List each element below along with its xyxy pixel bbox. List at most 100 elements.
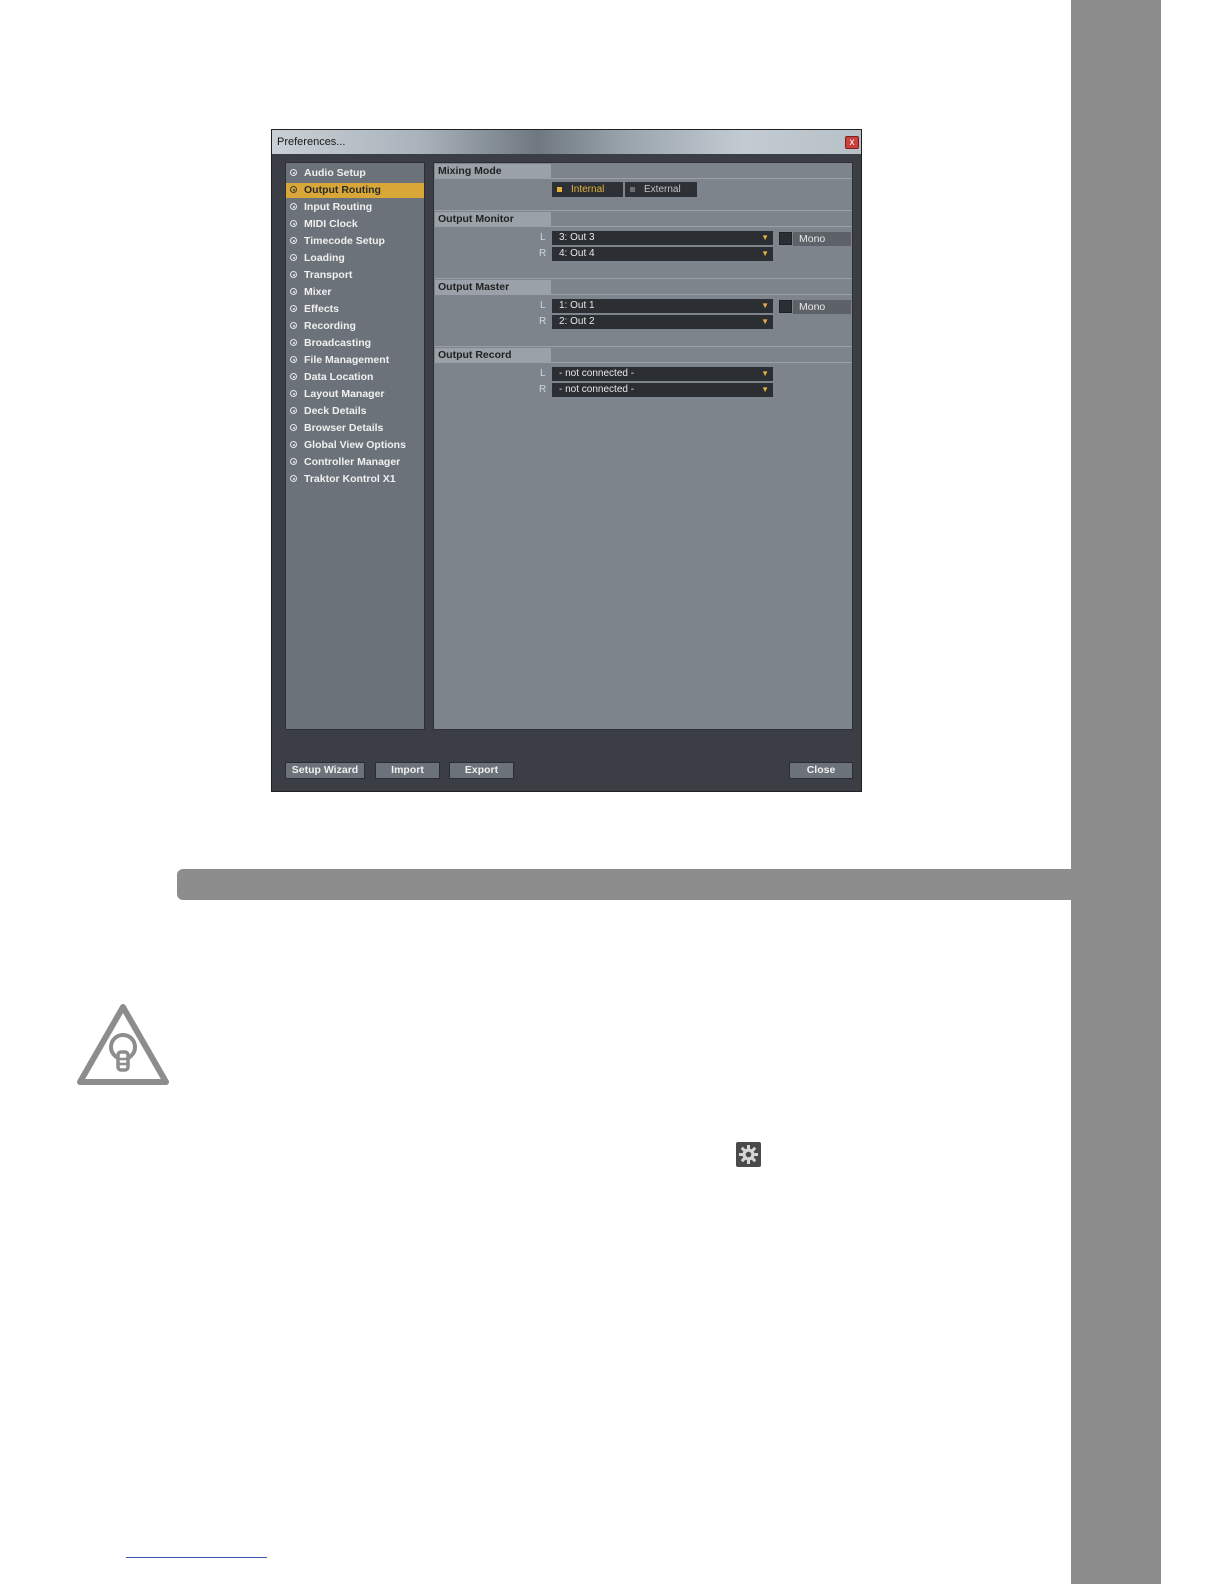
gear-icon (736, 1142, 761, 1167)
sidebar-item-label: Output Routing (304, 184, 381, 196)
section-divider (435, 278, 852, 279)
sidebar-item-output-routing[interactable]: Output Routing (286, 183, 424, 198)
record-right-value: - not connected - (559, 384, 635, 395)
sidebar-item-label: File Management (304, 354, 390, 366)
sidebar-item-effects[interactable]: Effects (286, 302, 424, 317)
dropdown-arrow-icon: ▼ (761, 385, 769, 394)
sidebar-item-loading[interactable]: Loading (286, 251, 424, 266)
close-button[interactable]: Close (789, 762, 853, 779)
radio-icon (290, 254, 297, 261)
setup-wizard-button[interactable]: Setup Wizard (285, 762, 365, 779)
monitor-left-channel-label: L (540, 232, 546, 243)
record-left-output-select[interactable]: - not connected - ▼ (552, 367, 773, 381)
section-heading-bar (177, 869, 1071, 900)
radio-icon (290, 237, 297, 244)
master-right-value: 2: Out 2 (559, 316, 595, 327)
master-left-channel-label: L (540, 300, 546, 311)
monitor-left-output-select[interactable]: 3: Out 3 ▼ (552, 231, 773, 245)
section-divider (435, 346, 852, 347)
monitor-left-value: 3: Out 3 (559, 232, 595, 243)
master-mono-label[interactable]: Mono (793, 300, 851, 314)
sidebar-item-label: Browser Details (304, 422, 384, 434)
output-master-header: Output Master (435, 280, 551, 294)
output-record-header: Output Record (435, 348, 551, 362)
dropdown-arrow-icon: ▼ (761, 301, 769, 310)
footer-link-underline[interactable] (126, 1557, 267, 1558)
radio-icon (290, 458, 297, 465)
sidebar-item-label: Traktor Kontrol X1 (304, 473, 396, 485)
radio-icon (290, 407, 297, 414)
master-left-output-select[interactable]: 1: Out 1 ▼ (552, 299, 773, 313)
sidebar-item-label: Deck Details (304, 405, 367, 417)
sidebar-item-audio-setup[interactable]: Audio Setup (286, 166, 424, 181)
radio-icon (290, 475, 297, 482)
window-title: Preferences... (277, 136, 346, 148)
internal-label: Internal (571, 184, 605, 195)
sidebar-item-label: Data Location (304, 371, 374, 383)
record-right-channel-label: R (539, 384, 547, 395)
sidebar-item-label: Broadcasting (304, 337, 372, 349)
radio-icon (290, 339, 297, 346)
section-divider (435, 210, 852, 211)
sidebar-item-controller-manager[interactable]: Controller Manager (286, 455, 424, 470)
external-label: External (644, 184, 681, 195)
sidebar-item-label: Layout Manager (304, 388, 385, 400)
mixing-mode-external-button[interactable]: External (625, 182, 697, 197)
import-button[interactable]: Import (375, 762, 440, 779)
monitor-right-output-select[interactable]: 4: Out 4 ▼ (552, 247, 773, 261)
selected-indicator-icon (557, 187, 562, 192)
sidebar-item-label: Recording (304, 320, 356, 332)
sidebar-item-deck-details[interactable]: Deck Details (286, 404, 424, 419)
sidebar-item-label: MIDI Clock (304, 218, 358, 230)
radio-icon (290, 424, 297, 431)
sidebar-item-timecode-setup[interactable]: Timecode Setup (286, 234, 424, 249)
sidebar-item-data-location[interactable]: Data Location (286, 370, 424, 385)
radio-icon (290, 220, 297, 227)
sidebar-item-layout-manager[interactable]: Layout Manager (286, 387, 424, 402)
radio-icon (290, 271, 297, 278)
mixing-mode-internal-button[interactable]: Internal (552, 182, 623, 197)
sidebar-item-mixer[interactable]: Mixer (286, 285, 424, 300)
window-titlebar[interactable]: Preferences... x (272, 130, 861, 154)
sidebar-item-file-management[interactable]: File Management (286, 353, 424, 368)
sidebar-item-recording[interactable]: Recording (286, 319, 424, 334)
close-window-icon[interactable]: x (845, 136, 859, 149)
section-divider (435, 226, 852, 227)
monitor-mono-label[interactable]: Mono (793, 232, 851, 246)
master-right-output-select[interactable]: 2: Out 2 ▼ (552, 315, 773, 329)
output-routing-panel: Mixing Mode Internal External Output Mon… (433, 162, 853, 730)
radio-icon (290, 203, 297, 210)
sidebar-item-browser-details[interactable]: Browser Details (286, 421, 424, 436)
radio-icon (290, 356, 297, 363)
radio-icon (290, 288, 297, 295)
dropdown-arrow-icon: ▼ (761, 249, 769, 258)
sidebar-item-label: Global View Options (304, 439, 406, 451)
mixing-mode-header: Mixing Mode (435, 164, 551, 178)
sidebar-item-label: Mixer (304, 286, 332, 298)
master-left-value: 1: Out 1 (559, 300, 595, 311)
sidebar-item-transport[interactable]: Transport (286, 268, 424, 283)
radio-icon (290, 441, 297, 448)
output-monitor-header: Output Monitor (435, 212, 551, 226)
sidebar-item-label: Loading (304, 252, 345, 264)
sidebar-item-midi-clock[interactable]: MIDI Clock (286, 217, 424, 232)
record-right-output-select[interactable]: - not connected - ▼ (552, 383, 773, 397)
sidebar-item-label: Timecode Setup (304, 235, 385, 247)
master-mono-checkbox[interactable] (779, 300, 792, 313)
export-button[interactable]: Export (449, 762, 514, 779)
monitor-mono-checkbox[interactable] (779, 232, 792, 245)
record-left-value: - not connected - (559, 368, 635, 379)
section-divider (435, 294, 852, 295)
radio-icon (290, 305, 297, 312)
sidebar-item-label: Input Routing (304, 201, 373, 213)
sidebar-item-traktor-kontrol-x1[interactable]: Traktor Kontrol X1 (286, 472, 424, 487)
sidebar-item-input-routing[interactable]: Input Routing (286, 200, 424, 215)
radio-icon (290, 186, 297, 193)
radio-icon (290, 169, 297, 176)
sidebar-item-broadcasting[interactable]: Broadcasting (286, 336, 424, 351)
sidebar-item-global-view-options[interactable]: Global View Options (286, 438, 424, 453)
master-right-channel-label: R (539, 316, 547, 327)
dropdown-arrow-icon: ▼ (761, 369, 769, 378)
monitor-right-value: 4: Out 4 (559, 248, 595, 259)
radio-icon (290, 373, 297, 380)
